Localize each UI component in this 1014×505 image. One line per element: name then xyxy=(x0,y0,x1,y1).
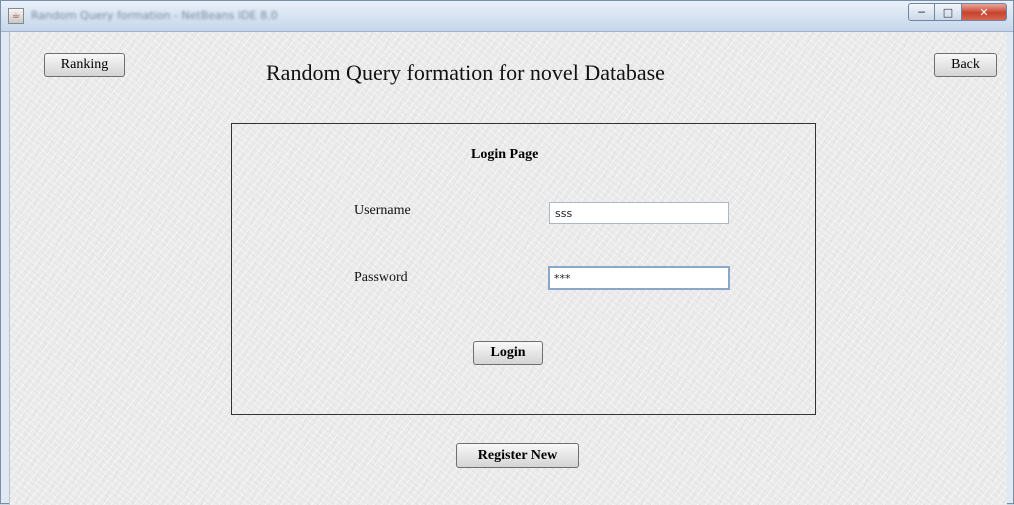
back-button[interactable]: Back xyxy=(934,53,997,77)
java-app-icon: ☕ xyxy=(8,8,24,24)
page-title: Random Query formation for novel Databas… xyxy=(266,60,665,85)
close-icon: ✕ xyxy=(979,5,989,19)
login-panel-title: Login Page xyxy=(471,147,539,162)
password-field[interactable]: *** xyxy=(548,266,730,290)
login-button[interactable]: Login xyxy=(473,341,543,365)
window-controls: ─ □ ✕ xyxy=(908,3,1007,21)
maximize-icon: □ xyxy=(942,5,954,19)
username-label: Username xyxy=(354,203,411,218)
window-title: Random Query formation - NetBeans IDE 8.… xyxy=(31,9,278,22)
maximize-button[interactable]: □ xyxy=(935,3,962,21)
username-field[interactable]: sss xyxy=(549,202,729,224)
password-label: Password xyxy=(354,270,408,285)
minimize-icon: ─ xyxy=(918,5,925,19)
close-button[interactable]: ✕ xyxy=(962,3,1007,21)
register-new-button[interactable]: Register New xyxy=(456,443,579,468)
ranking-button[interactable]: Ranking xyxy=(44,53,125,77)
login-panel: Login Page Username sss Password *** Log… xyxy=(231,123,816,415)
app-window: ☕ Random Query formation - NetBeans IDE … xyxy=(0,0,1014,505)
minimize-button[interactable]: ─ xyxy=(908,3,935,21)
title-bar: ☕ Random Query formation - NetBeans IDE … xyxy=(1,1,1013,32)
content-area: Ranking Random Query formation for novel… xyxy=(9,32,1007,505)
